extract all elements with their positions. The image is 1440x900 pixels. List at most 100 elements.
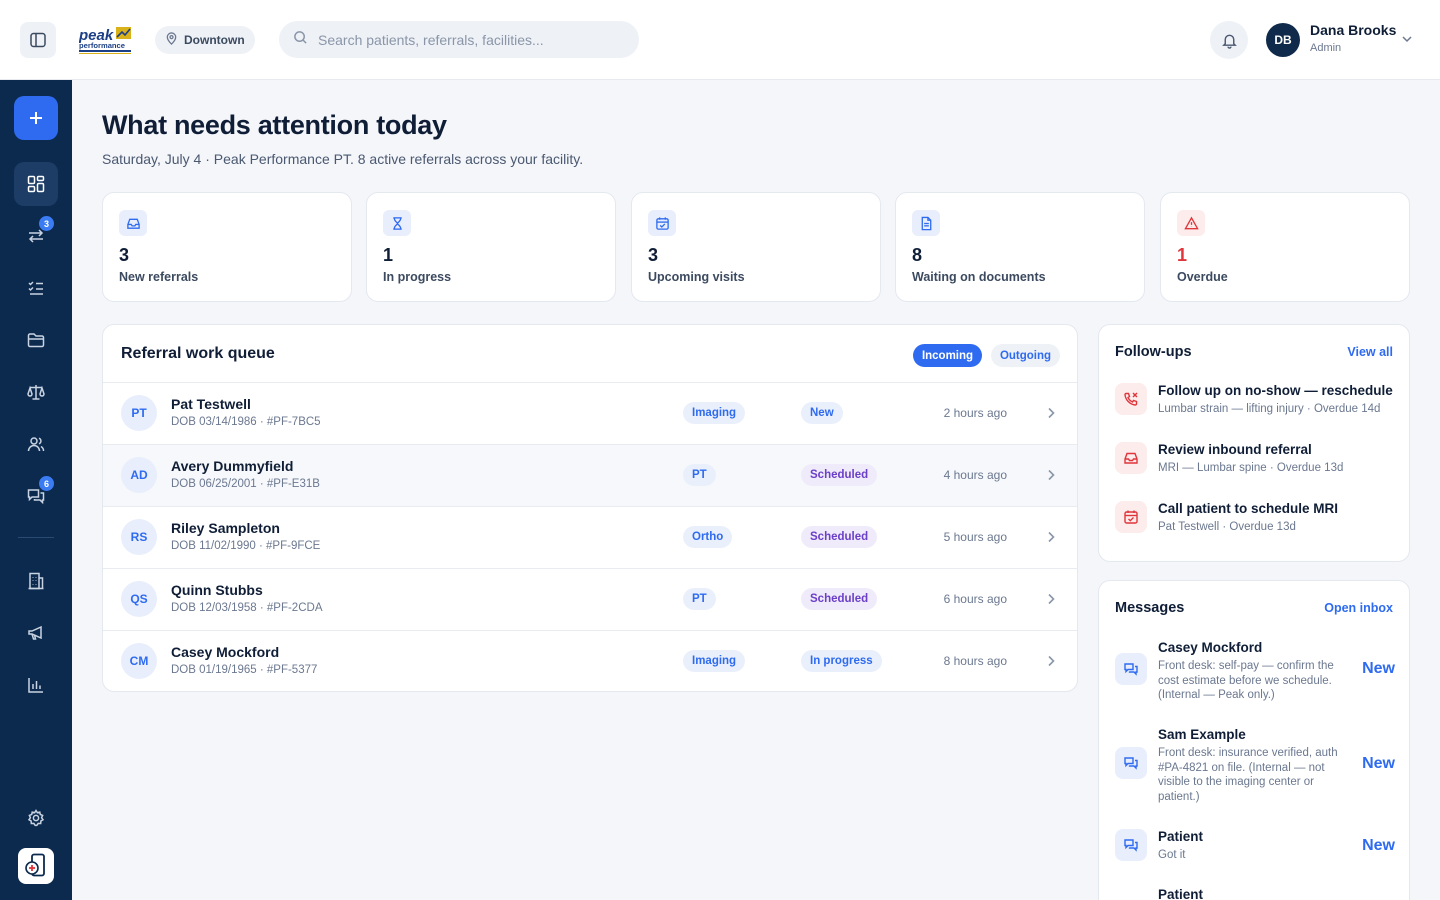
row-timestamp: 6 hours ago [943,592,1007,606]
rail-settings[interactable] [14,796,58,840]
table-row[interactable]: CM Casey Mockford DOB 01/19/1965 · #PF-5… [103,631,1077,691]
messages-card: Messages Open inbox Casey Mockford Front… [1098,580,1410,900]
rail-facilities[interactable] [14,559,58,603]
rail-reports[interactable] [14,663,58,707]
message-item[interactable]: Sam Example Front desk: insurance verifi… [1115,727,1395,803]
chart-icon [28,678,43,693]
rail-dashboard[interactable] [14,162,58,206]
queue-title: Referral work queue [121,345,275,362]
sidebar-toggle-icon[interactable] [20,22,56,58]
mobile-app-icon [25,853,45,877]
page-subtitle: Saturday, July 4 · Peak Performance PT. … [102,151,584,167]
follow-up-subtitle: Pat Testwell · Overdue 13d [1158,521,1296,533]
message-sender: Sam Example [1158,727,1246,742]
location-selector[interactable]: Downtown [155,26,255,54]
row-timestamp: 4 hours ago [943,468,1007,482]
table-row[interactable]: PT Pat Testwell DOB 03/14/1986 · #PF-7BC… [103,383,1077,445]
referral-type-badge: PT [683,464,716,486]
chevron-right-icon[interactable] [1043,529,1059,550]
user-avatar[interactable]: DB [1266,23,1300,57]
notifications-bell-icon[interactable] [1210,21,1248,59]
open-inbox-link[interactable]: Open inbox [1324,601,1393,615]
patient-avatar: QS [121,581,157,617]
svg-text:performance: performance [79,41,125,50]
message-preview: Front desk: insurance verified, auth #PA… [1158,747,1338,803]
tab-incoming[interactable]: Incoming [913,344,982,367]
search-icon [293,30,308,50]
follow-up-title: Review inbound referral [1158,442,1312,457]
user-name[interactable]: Dana Brooks [1310,22,1396,38]
message-preview: Got it [1158,849,1186,861]
status-badge: Scheduled [801,588,878,610]
rail-patients[interactable] [14,422,58,466]
search-input[interactable] [318,31,618,48]
alert-icon [1177,210,1205,236]
table-row[interactable]: QS Quinn Stubbs DOB 12/03/1958 · #PF-2CD… [103,569,1077,631]
message-item[interactable]: Patient Got it New [1115,829,1395,869]
page-title: What needs attention today [102,110,447,140]
map-pin-icon [165,32,178,48]
new-badge: New [1362,755,1395,772]
location-label: Downtown [184,33,245,47]
view-all-link[interactable]: View all [1347,345,1393,359]
rail-campaigns[interactable] [14,611,58,655]
message-sender: Patient [1158,887,1204,900]
follow-up-item[interactable]: Follow up on no-show — reschedule Lumbar… [1115,383,1395,423]
row-timestamp: 5 hours ago [943,530,1007,544]
follow-up-item[interactable]: Review inbound referral MRI — Lumbar spi… [1115,442,1395,482]
referral-type-badge: Imaging [683,402,746,424]
chevron-right-icon[interactable] [1043,467,1059,488]
plus-icon [30,112,42,124]
patient-name: Riley Sampleton [171,520,280,536]
new-badge: New [1362,660,1395,677]
patient-name: Quinn Stubbs [171,582,263,598]
stat-card-waiting-documents[interactable]: 8 Waiting on documents [895,192,1145,302]
tab-outgoing[interactable]: Outgoing [991,344,1060,367]
phone-missed-icon [1115,383,1147,415]
rail-referrals[interactable]: 3 [14,214,58,258]
stat-value: 8 [912,245,923,265]
message-sender: Casey Mockford [1158,640,1263,655]
row-timestamp: 2 hours ago [943,406,1007,420]
chevron-right-icon[interactable] [1043,591,1059,612]
referral-type-badge: Imaging [683,650,746,672]
follow-up-title: Follow up on no-show — reschedule [1158,383,1393,398]
rail-documents[interactable] [14,318,58,362]
calendar-check-icon [1115,501,1147,533]
message-item[interactable]: Patient [1115,887,1395,900]
follow-up-item[interactable]: Call patient to schedule MRI Pat Testwel… [1115,501,1395,541]
referral-type-badge: Ortho [683,526,733,548]
referral-type-badge: PT [683,588,716,610]
rail-compliance[interactable] [14,370,58,414]
chat-bubbles-icon [1115,747,1147,779]
chevron-right-icon[interactable] [1043,653,1059,674]
hourglass-icon [383,210,411,236]
tasks-icon [28,281,43,295]
table-row[interactable]: AD Avery Dummyfield DOB 06/25/2001 · #PF… [103,445,1077,507]
stat-card-overdue[interactable]: 1 Overdue [1160,192,1410,302]
stat-card-in-progress[interactable]: 1 In progress [366,192,616,302]
chevron-down-icon[interactable] [1400,32,1414,51]
rail-tasks[interactable] [14,266,58,310]
building-icon [28,572,44,590]
app-switcher-logo[interactable] [18,848,54,884]
chat-bubbles-icon [1115,653,1147,685]
users-icon [27,437,45,452]
follow-up-subtitle: Lumbar strain — lifting injury · Overdue… [1158,403,1381,415]
stat-card-upcoming-visits[interactable]: 3 Upcoming visits [631,192,881,302]
message-preview: Front desk: self-pay — confirm the cost … [1158,660,1334,701]
stat-value: 3 [119,245,130,265]
message-item[interactable]: Casey Mockford Front desk: self-pay — co… [1115,640,1395,701]
patient-avatar: PT [121,395,157,431]
peak-performance-logo[interactable]: peak performance [78,26,132,56]
chevron-right-icon[interactable] [1043,405,1059,426]
stat-label: Overdue [1177,270,1228,284]
add-button[interactable] [14,96,58,140]
search-bar[interactable] [279,21,639,58]
inbox-icon [1115,442,1147,474]
stat-card-new-referrals[interactable]: 3 New referrals [102,192,352,302]
calendar-check-icon [648,210,676,236]
document-icon [912,210,940,236]
table-row[interactable]: RS Riley Sampleton DOB 11/02/1990 · #PF-… [103,507,1077,569]
rail-messages[interactable]: 6 [14,474,58,518]
